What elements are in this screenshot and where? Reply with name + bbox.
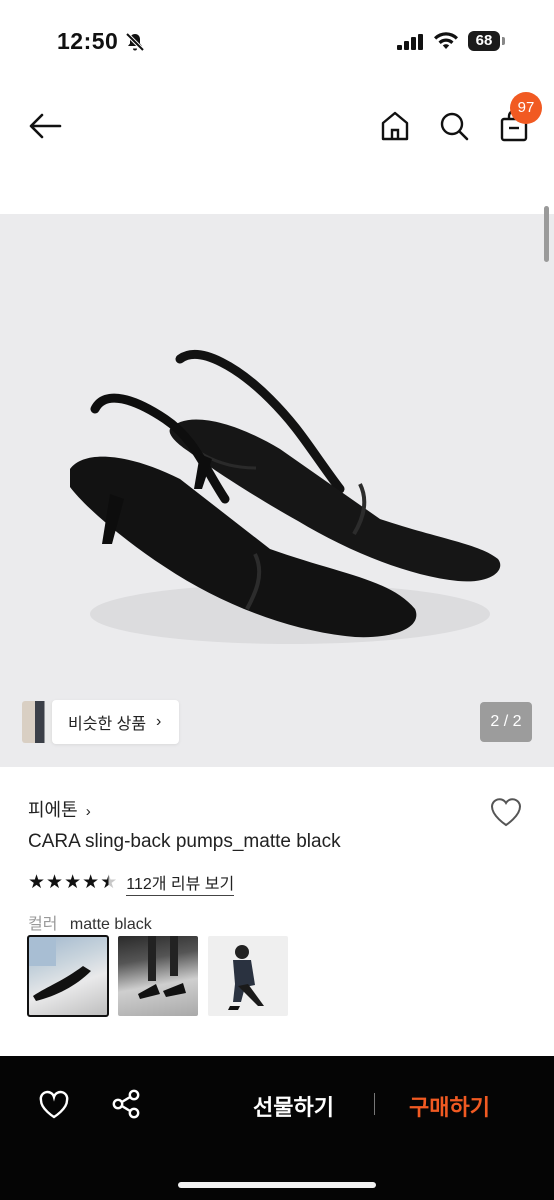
star-icon: ★ xyxy=(28,872,46,893)
color-label: 컬러 xyxy=(28,916,58,933)
status-bar: 12:50 68 xyxy=(0,0,554,80)
battery-icon: 68 xyxy=(468,31,506,51)
top-nav xyxy=(0,90,554,164)
share-icon[interactable] xyxy=(110,1088,142,1120)
buy-button[interactable]: 구매하기 xyxy=(409,1090,490,1122)
review-link[interactable]: 112개 리뷰 보기 xyxy=(126,870,235,896)
chevron-right-icon: › xyxy=(85,803,91,820)
color-row: 컬러 matte black xyxy=(28,910,152,934)
swatch-thumbnail[interactable] xyxy=(27,935,109,1017)
star-icon: ★ xyxy=(82,872,100,893)
product-image[interactable] xyxy=(0,214,554,767)
home-indicator xyxy=(178,1182,376,1188)
rating-stars: ★ ★ ★ ★ ★ xyxy=(28,873,118,893)
brand-link[interactable]: 피에톤 › xyxy=(28,796,91,822)
swatch-thumbnail[interactable] xyxy=(208,936,288,1016)
cart-count-badge: 97 xyxy=(510,92,542,124)
wishlist-heart-icon[interactable] xyxy=(488,795,524,829)
slingback-pumps-photo xyxy=(70,350,501,644)
color-value: matte black xyxy=(69,916,152,933)
bell-slash-icon xyxy=(125,32,145,52)
image-pager: 2 / 2 xyxy=(480,702,532,742)
similar-products-label: 비슷한 상품 xyxy=(68,716,147,733)
bottom-action-bar: 선물하기 구매하기 xyxy=(0,1056,554,1200)
wifi-icon xyxy=(434,32,458,49)
divider xyxy=(374,1093,375,1115)
brand-name: 피에톤 xyxy=(28,800,78,820)
star-half-icon: ★ xyxy=(100,872,118,893)
star-icon: ★ xyxy=(46,872,64,893)
similar-products-button[interactable]: 비슷한 상품 › xyxy=(52,700,180,744)
swatch-thumbnail[interactable] xyxy=(118,936,198,1016)
status-time: 12:50 xyxy=(57,28,119,54)
similar-product-thumbnail xyxy=(22,701,54,743)
product-title: CARA sling-back pumps_matte black xyxy=(28,831,341,852)
rating-row: ★ ★ ★ ★ ★ 112개 리뷰 보기 xyxy=(28,870,235,896)
chevron-right-icon: › xyxy=(156,713,162,730)
battery-level: 68 xyxy=(475,32,493,49)
similar-products[interactable]: 비슷한 상품 › xyxy=(22,700,180,744)
star-icon: ★ xyxy=(64,872,82,893)
search-icon[interactable] xyxy=(437,108,471,144)
color-swatches xyxy=(27,935,298,1017)
signal-icon xyxy=(397,34,423,50)
heart-icon[interactable] xyxy=(38,1090,70,1120)
gift-button[interactable]: 선물하기 xyxy=(253,1090,334,1122)
back-arrow-icon[interactable] xyxy=(26,110,64,142)
scroll-indicator xyxy=(544,206,549,262)
home-icon[interactable] xyxy=(378,108,412,144)
